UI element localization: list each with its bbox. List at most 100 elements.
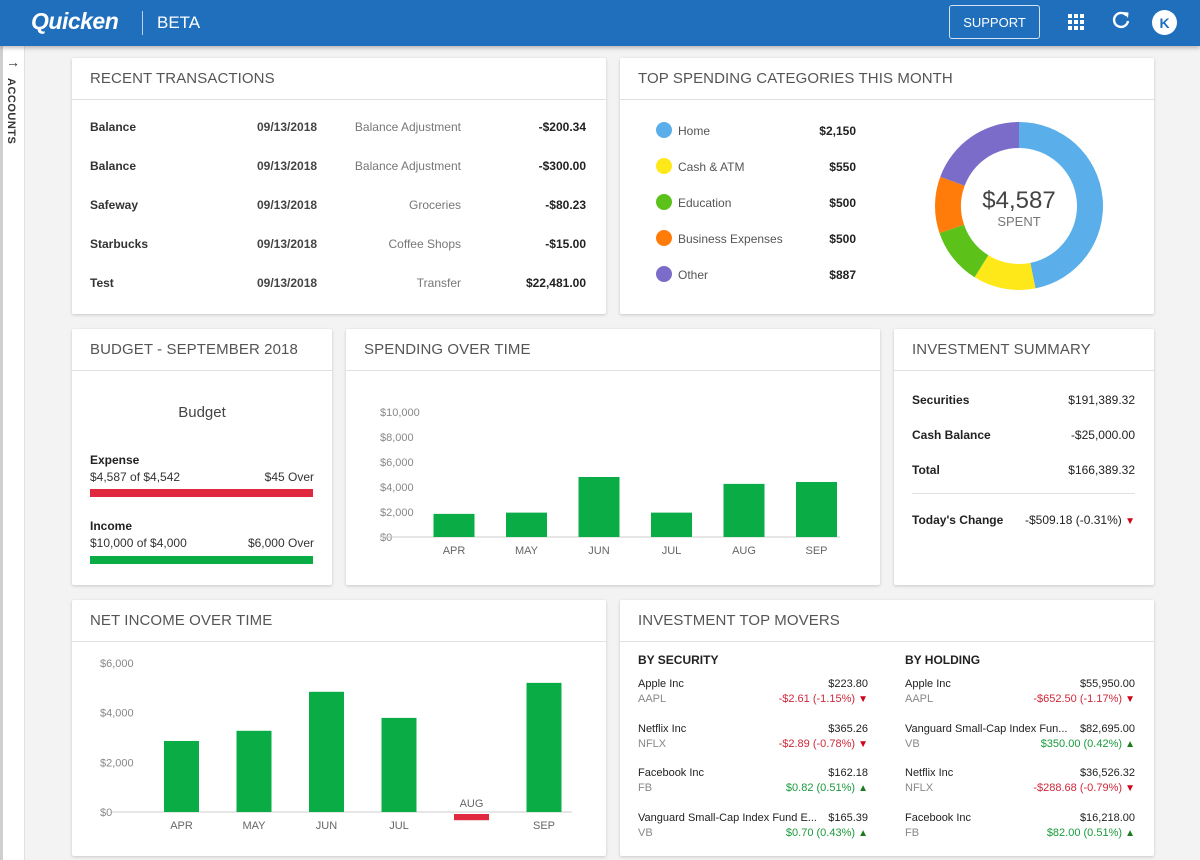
accounts-rail[interactable] [0, 46, 25, 860]
quicken-logo[interactable]: Quicken [31, 8, 119, 35]
bar-jul[interactable] [381, 717, 417, 812]
transaction-category: Balance Adjustment [354, 159, 461, 173]
category-amount: $2,150 [819, 124, 856, 138]
transaction-category: Coffee Shops [388, 237, 462, 251]
donut-total: $4,587 [982, 187, 1055, 214]
transaction-date: 09/13/2018 [257, 198, 318, 212]
expense-summary: $4,587 of $4,542 [90, 470, 181, 484]
transaction-row[interactable]: Starbucks 09/13/2018 Coffee Shops -$15.00 [72, 237, 606, 257]
security-ticker: FB [905, 826, 920, 839]
down-arrow-icon: ▼ [858, 694, 868, 705]
security-price: $82,695.00 [1079, 722, 1135, 735]
x-tick-label: MAY [242, 820, 266, 832]
refresh-icon[interactable] [1111, 10, 1133, 34]
investment-summary-card: INVESTMENT SUMMARY Securities $191,389.32… [894, 329, 1154, 585]
transaction-category: Balance Adjustment [354, 120, 461, 134]
donut-slice-other[interactable] [940, 122, 1019, 186]
x-tick-label: APR [170, 820, 193, 832]
transaction-payee: Balance [90, 120, 137, 134]
transaction-payee: Balance [90, 159, 137, 173]
bar-jul[interactable] [651, 512, 692, 537]
user-avatar[interactable]: K [1152, 10, 1177, 35]
transaction-row[interactable]: Balance 09/13/2018 Balance Adjustment -$300… [72, 159, 606, 179]
card-title[interactable]: SPENDING OVER TIME [364, 341, 531, 358]
income-status: $6,000 Over [247, 536, 314, 550]
security-price: $165.39 [828, 811, 868, 824]
category-name: Home [678, 124, 711, 138]
bar-aug[interactable] [454, 814, 489, 821]
security-change: -$652.50 (-1.17%) ▼ [1033, 693, 1135, 705]
security-change: -$288.68 (-0.79%) ▼ [1033, 782, 1135, 794]
transaction-row[interactable]: Safeway 09/13/2018 Groceries -$80.23 [72, 198, 606, 218]
x-tick-label: AUG [460, 798, 484, 810]
x-tick-label: AUG [732, 545, 756, 557]
x-tick-label: JUN [316, 820, 337, 832]
card-title[interactable]: NET INCOME OVER TIME [90, 612, 272, 629]
card-title[interactable]: BUDGET - SEPTEMBER 2018 [90, 341, 298, 358]
category-name: Cash & ATM [678, 160, 745, 174]
card-title[interactable]: TOP SPENDING CATEGORIES THIS MONTH [638, 70, 953, 87]
income-progress-bar[interactable] [90, 556, 313, 564]
expense-progress-bar[interactable] [90, 489, 313, 497]
down-arrow-icon: ▼ [1125, 694, 1135, 705]
down-arrow-icon: ▼ [1125, 516, 1135, 527]
security-price: $162.18 [828, 767, 868, 779]
expense-status: $45 Over [264, 470, 314, 484]
card-title[interactable]: INVESTMENT SUMMARY [912, 341, 1091, 358]
category-name: Education [678, 196, 732, 210]
todays-change-label: Today's Change [912, 513, 1004, 527]
security-ticker: VB [905, 737, 920, 750]
grid-apps-icon[interactable] [1068, 14, 1084, 30]
mover-item[interactable]: Apple Inc $55,950.00 AAPL -$652.50 (-1.17%)… [905, 678, 1135, 714]
bar-sep[interactable] [796, 482, 837, 537]
spending-category-row[interactable]: Cash & ATM $550 [656, 158, 856, 176]
card-title[interactable]: RECENT TRANSACTIONS [90, 70, 275, 87]
mover-item[interactable]: Netflix Inc $365.26 NFLX -$2.89 (-0.78%) ▼ [638, 723, 868, 759]
mover-item[interactable]: Vanguard Small-Cap Index Fund E... $165.3… [638, 812, 868, 848]
spending-category-row[interactable]: Business Expenses $500 [656, 230, 856, 248]
bar-may[interactable] [236, 730, 272, 812]
security-name: Facebook Inc [638, 767, 705, 779]
mover-item[interactable]: Apple Inc $223.80 AAPL -$2.61 (-1.15%) ▼ [638, 678, 868, 714]
donut-slice-business-expenses[interactable] [935, 176, 965, 234]
todays-change-value: -$509.18 (-0.31%) ▼ [1025, 513, 1135, 527]
mover-item[interactable]: Netflix Inc $36,526.32 NFLX -$288.68 (-0.79… [905, 767, 1135, 803]
expand-arrow-icon[interactable]: → [6, 54, 20, 70]
logo-divider [142, 11, 143, 35]
beta-label: BETA [157, 13, 201, 32]
bar-may[interactable] [506, 512, 547, 537]
budget-card: BUDGET - SEPTEMBER 2018 Budget Expense $… [72, 329, 332, 585]
investment-label: Securities [912, 393, 970, 407]
bar-aug[interactable] [723, 483, 765, 537]
security-ticker: NFLX [905, 782, 934, 794]
card-title[interactable]: INVESTMENT TOP MOVERS [638, 612, 840, 629]
y-tick-label: $2,000 [380, 507, 414, 519]
x-tick-label: SEP [805, 545, 827, 557]
bar-apr[interactable] [164, 740, 199, 812]
divider [912, 493, 1135, 494]
transaction-row[interactable]: Test 09/13/2018 Transfer $22,481.00 [72, 276, 606, 296]
accounts-toggle[interactable]: ACCOUNTS [5, 78, 17, 144]
top-spending-card: TOP SPENDING CATEGORIES THIS MONTH Home $… [620, 58, 1154, 314]
up-arrow-icon: ▲ [858, 783, 868, 794]
support-button[interactable]: SUPPORT [949, 5, 1040, 39]
spending-category-row[interactable]: Home $2,150 [656, 122, 856, 140]
investment-label: Total [912, 463, 940, 477]
x-tick-label: APR [443, 545, 466, 557]
mover-item[interactable]: Facebook Inc $162.18 FB $0.82 (0.51%) ▲ [638, 767, 868, 803]
spending-category-row[interactable]: Education $500 [656, 194, 856, 212]
bar-jun[interactable] [578, 477, 620, 537]
spending-category-row[interactable]: Other $887 [656, 266, 856, 284]
category-amount: $500 [829, 232, 856, 246]
y-tick-label: $8,000 [380, 432, 414, 444]
spending-donut-chart[interactable]: $4,587SPENT [933, 120, 1105, 292]
mover-item[interactable]: Vanguard Small-Cap Index Fun... $82,695.0… [905, 723, 1135, 759]
spending-over-time-card: SPENDING OVER TIME $0 $2,000 $4,000 $6,000 $… [346, 329, 880, 585]
mover-item[interactable]: Facebook Inc $16,218.00 FB $82.00 (0.51%) ▲ [905, 812, 1135, 848]
bar-apr[interactable] [433, 513, 475, 537]
bar-sep[interactable] [526, 682, 562, 812]
bar-jun[interactable] [309, 691, 344, 812]
security-price: $223.80 [828, 678, 868, 690]
transaction-row[interactable]: Balance 09/13/2018 Balance Adjustment -$200… [72, 120, 606, 140]
y-tick-label: $0 [380, 532, 392, 544]
